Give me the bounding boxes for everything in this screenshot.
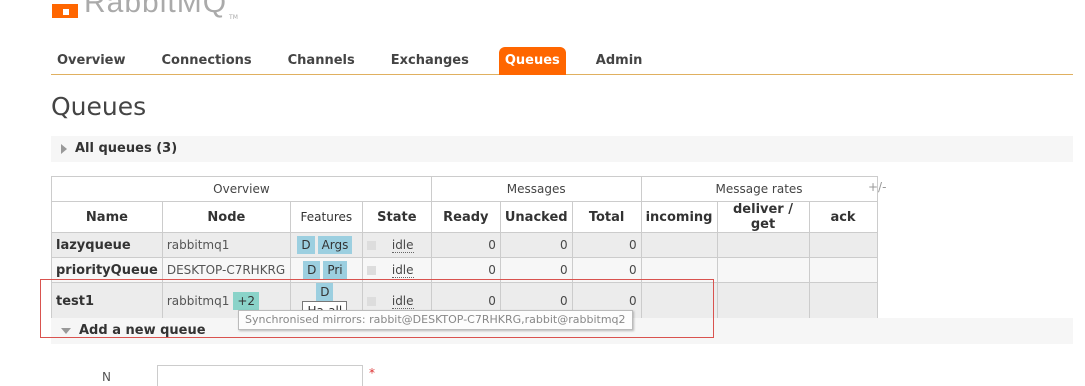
queue-ready: 0 bbox=[430, 257, 501, 283]
col-deliver-get[interactable]: deliver / get bbox=[716, 201, 810, 233]
tab-admin[interactable]: Admin bbox=[590, 47, 649, 75]
mirrors-badge[interactable]: +2 bbox=[233, 292, 260, 310]
feature-durable-badge: D bbox=[303, 261, 321, 279]
queue-total: 0 bbox=[571, 232, 642, 258]
col-state[interactable]: State bbox=[361, 201, 432, 233]
rate-ack bbox=[808, 232, 878, 258]
rate-incoming bbox=[640, 257, 718, 283]
col-node[interactable]: Node bbox=[161, 201, 291, 233]
required-mark: * bbox=[369, 366, 375, 380]
queues-table: Overview Messages Message rates Name Nod… bbox=[51, 176, 878, 320]
expand-arrow-icon bbox=[61, 143, 67, 154]
all-queues-toggle[interactable]: All queues (3) bbox=[51, 136, 1073, 162]
rate-deliver-get bbox=[716, 257, 810, 283]
queue-state: idle bbox=[391, 294, 414, 309]
col-ready[interactable]: Ready bbox=[430, 201, 501, 233]
queue-unacked: 0 bbox=[499, 257, 573, 283]
queue-node: rabbitmq1 bbox=[166, 294, 230, 308]
queue-total: 0 bbox=[571, 257, 642, 283]
feature-durable-badge: D bbox=[297, 236, 315, 254]
rate-deliver-get bbox=[716, 232, 810, 258]
feature-durable-badge: D bbox=[316, 283, 334, 301]
logo-mark-icon bbox=[52, 4, 78, 18]
table-row: lazyqueue rabbitmq1 D Args idle 0 0 0 bbox=[51, 232, 878, 258]
state-indicator-icon bbox=[366, 266, 376, 275]
state-indicator-icon bbox=[366, 241, 376, 250]
col-name[interactable]: Name bbox=[51, 201, 163, 233]
logo-tm: TM bbox=[229, 14, 238, 21]
queue-name-field-label: N bbox=[102, 370, 111, 384]
all-queues-label: All queues (3) bbox=[75, 141, 178, 156]
tab-connections[interactable]: Connections bbox=[156, 47, 258, 75]
group-overview: Overview bbox=[51, 176, 432, 202]
queue-unacked: 0 bbox=[499, 232, 573, 258]
col-incoming[interactable]: incoming bbox=[640, 201, 718, 233]
queue-name-link[interactable]: lazyqueue bbox=[51, 232, 163, 258]
queue-state: idle bbox=[391, 238, 414, 253]
queue-state: idle bbox=[391, 263, 414, 278]
mirrors-tooltip: Synchronised mirrors: rabbit@DESKTOP-C7R… bbox=[238, 310, 633, 330]
tab-overview[interactable]: Overview bbox=[51, 47, 132, 75]
queue-name-link[interactable]: test1 bbox=[51, 282, 163, 320]
queue-name-input[interactable] bbox=[157, 365, 363, 386]
tab-channels[interactable]: Channels bbox=[282, 47, 361, 75]
rate-ack bbox=[808, 257, 878, 283]
feature-args-badge: Args bbox=[317, 236, 353, 254]
rate-deliver-get bbox=[716, 282, 810, 320]
logo-text: RabbitMQ bbox=[84, 0, 228, 19]
rabbitmq-logo: RabbitMQ TM bbox=[52, 0, 238, 22]
col-features: Features bbox=[289, 201, 363, 233]
queue-node: DESKTOP-C7RHKRG bbox=[161, 257, 291, 283]
main-nav: Overview Connections Channels Exchanges … bbox=[51, 47, 1073, 75]
col-unacked[interactable]: Unacked bbox=[499, 201, 573, 233]
tab-exchanges[interactable]: Exchanges bbox=[385, 47, 475, 75]
queue-name-link[interactable]: priorityQueue bbox=[51, 257, 163, 283]
queue-ready: 0 bbox=[430, 232, 501, 258]
collapse-arrow-icon bbox=[61, 327, 71, 334]
page-title: Queues bbox=[51, 92, 147, 121]
feature-priority-badge: Pri bbox=[323, 261, 347, 279]
col-ack[interactable]: ack bbox=[808, 201, 878, 233]
rate-incoming bbox=[640, 282, 718, 320]
col-total[interactable]: Total bbox=[571, 201, 642, 233]
add-queue-label: Add a new queue bbox=[79, 323, 206, 338]
table-row: priorityQueue DESKTOP-C7RHKRG D Pri idle … bbox=[51, 257, 878, 283]
rate-incoming bbox=[640, 232, 718, 258]
rate-ack bbox=[808, 282, 878, 320]
group-messages: Messages bbox=[430, 176, 642, 202]
state-indicator-icon bbox=[366, 297, 376, 306]
columns-toggle[interactable]: +/- bbox=[868, 180, 886, 194]
group-message-rates: Message rates bbox=[640, 176, 878, 202]
tab-queues[interactable]: Queues bbox=[498, 47, 566, 75]
queue-node: rabbitmq1 bbox=[161, 232, 291, 258]
